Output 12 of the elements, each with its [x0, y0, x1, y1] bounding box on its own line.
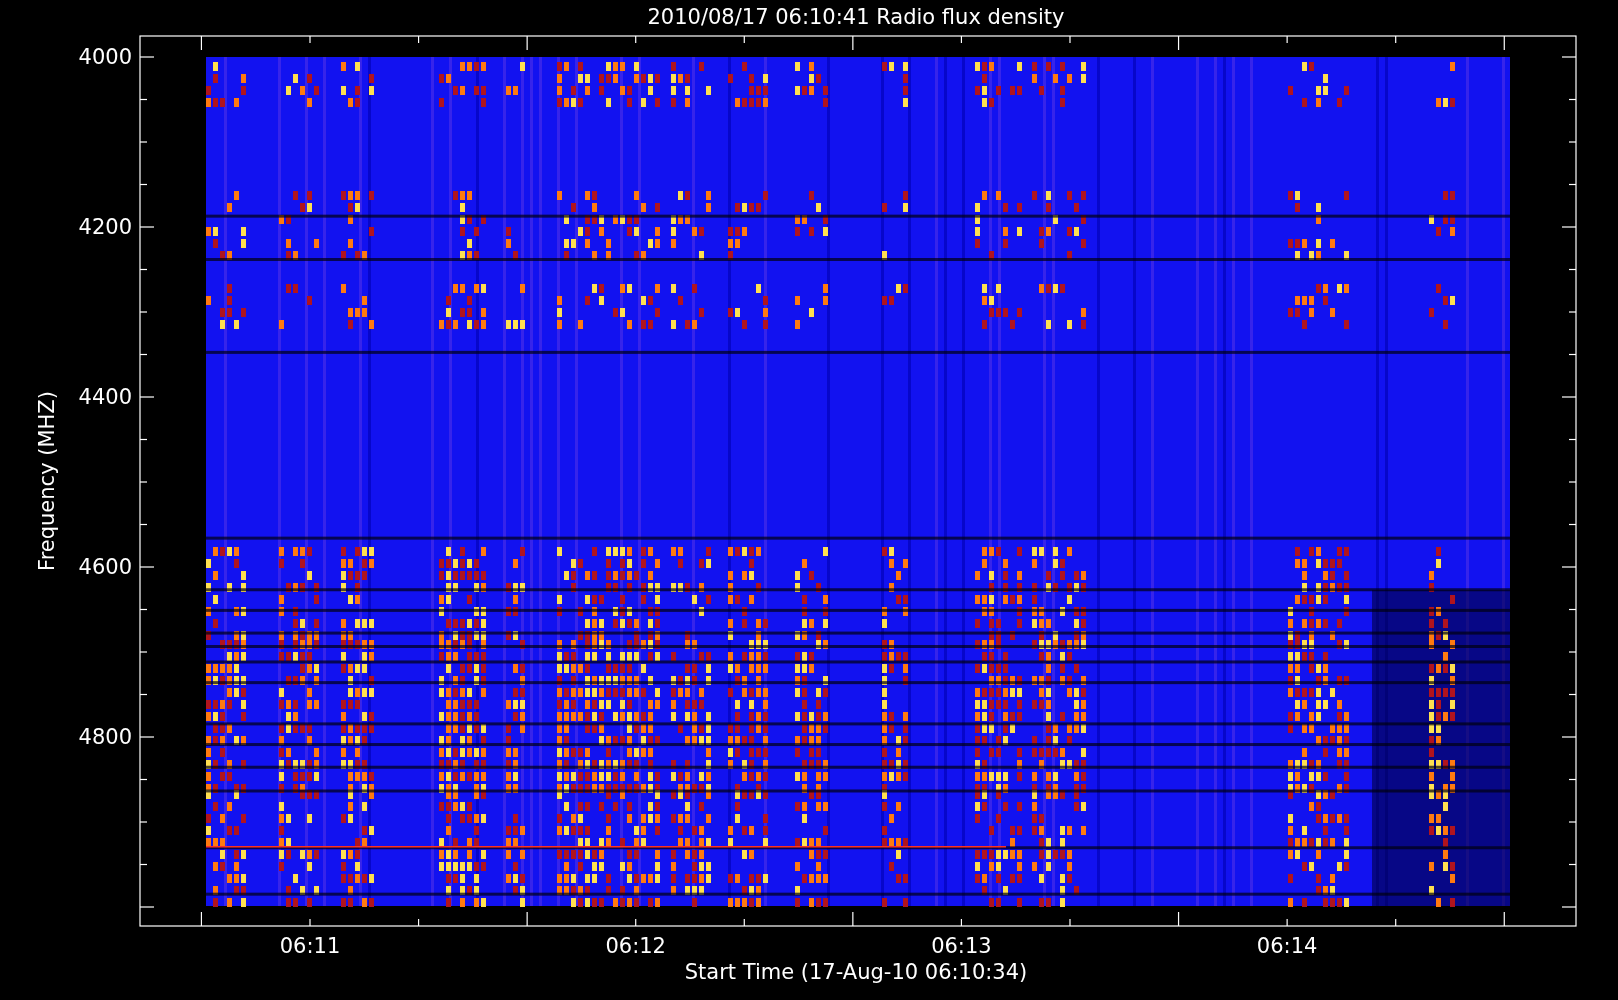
axis-label: Frequency (MHZ): [35, 391, 59, 571]
tick-label: 06:13: [931, 934, 992, 958]
tick-label: 4600: [78, 555, 132, 579]
tick-label: 06:11: [279, 934, 341, 958]
tick-label: 06:14: [1256, 934, 1318, 958]
plot-title: 2010/08/17 06:10:41 Radio flux density: [647, 5, 1065, 29]
axis-label: Start Time (17-Aug-10 06:10:34): [684, 960, 1028, 984]
tick-label: 4000: [78, 45, 132, 69]
tick-label: 4200: [78, 215, 132, 239]
tick-label: 4400: [78, 385, 132, 409]
tick-label: 4800: [78, 725, 132, 749]
tick-label: 06:12: [605, 934, 666, 958]
